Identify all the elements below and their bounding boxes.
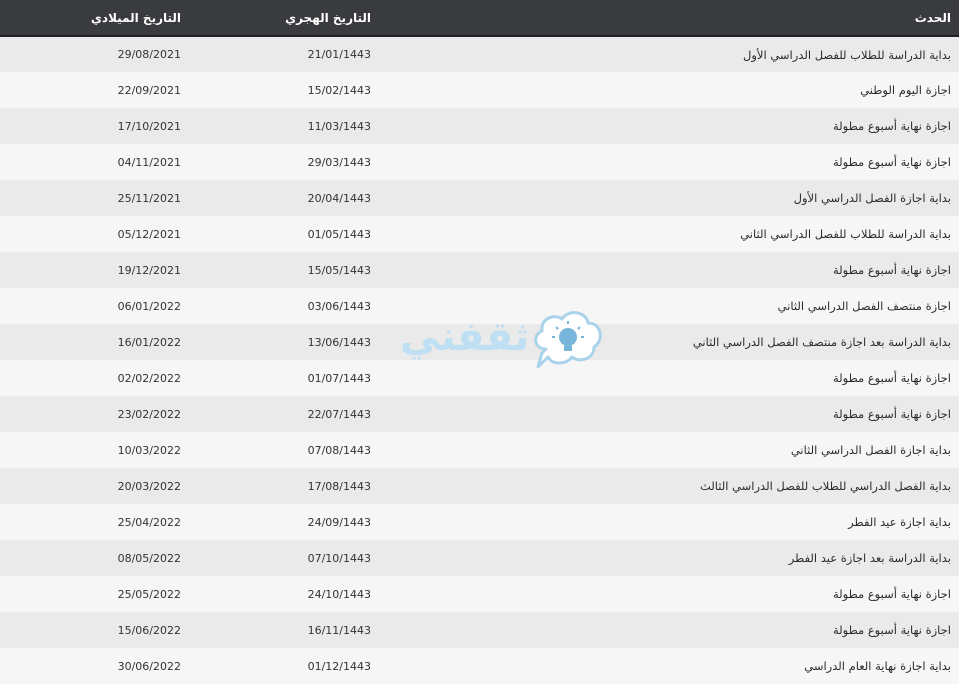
gregorian-date-cell: 22/09/2021 [117,83,181,97]
event-cell: بداية الفصل الدراسي للطلاب للفصل الدراسي… [699,479,951,493]
hijri-date-cell: 15/05/1443 [307,263,371,277]
header-hijri-date: التاريخ الهجري [285,10,371,25]
table-row: اجازة نهاية أسبوع مطولة 22/07/1443 23/02/2… [0,396,959,432]
gregorian-date-cell: 25/05/2022 [117,587,181,601]
event-cell: بداية اجازة عيد الفطر [848,515,951,529]
hijri-date-cell: 20/04/1443 [307,191,371,205]
event-cell: اجازة اليوم الوطني [860,83,951,97]
gregorian-date-cell: 06/01/2022 [117,299,181,313]
table-row: بداية الدراسة للطلاب للفصل الدراسي الأول… [0,36,959,72]
event-cell: بداية الدراسة بعد اجازة منتصف الفصل الدر… [692,335,951,349]
event-cell: اجازة نهاية أسبوع مطولة [832,155,951,169]
hijri-date-cell: 17/08/1443 [307,479,371,493]
event-cell: بداية اجازة الفصل الدراسي الأول [793,191,951,205]
table-row: بداية اجازة الفصل الدراسي الأول 20/04/144… [0,180,959,216]
hijri-date-cell: 07/10/1443 [307,551,371,565]
academic-calendar-table: الحدث التاريخ الهجري التاريخ الميلادي بد… [0,0,959,684]
gregorian-date-cell: 19/12/2021 [117,263,181,277]
event-cell: اجازة منتصف الفصل الدراسي الثاني [777,299,951,313]
event-cell: بداية الدراسة بعد اجازة عيد الفطر [788,551,951,565]
gregorian-date-cell: 25/11/2021 [117,191,181,205]
table-header: الحدث التاريخ الهجري التاريخ الميلادي [0,0,959,36]
hijri-date-cell: 24/09/1443 [307,515,371,529]
gregorian-date-cell: 20/03/2022 [117,479,181,493]
event-cell: اجازة نهاية أسبوع مطولة [832,371,951,385]
hijri-date-cell: 01/07/1443 [307,371,371,385]
table-row: اجازة اليوم الوطني 15/02/1443 22/09/2021 [0,72,959,108]
table-row: اجازة نهاية أسبوع مطولة 24/10/1443 25/05/2… [0,576,959,612]
hijri-date-cell: 29/03/1443 [307,155,371,169]
table-row: اجازة منتصف الفصل الدراسي الثاني 03/06/14… [0,288,959,324]
event-cell: اجازة نهاية أسبوع مطولة [832,263,951,277]
gregorian-date-cell: 10/03/2022 [117,443,181,457]
event-cell: اجازة نهاية أسبوع مطولة [832,119,951,133]
hijri-date-cell: 07/08/1443 [307,443,371,457]
table-row: اجازة نهاية أسبوع مطولة 11/03/1443 17/10/2… [0,108,959,144]
gregorian-date-cell: 23/02/2022 [117,407,181,421]
event-cell: اجازة نهاية أسبوع مطولة [832,623,951,637]
hijri-date-cell: 21/01/1443 [307,48,371,61]
table-row: اجازة نهاية أسبوع مطولة 01/07/1443 02/02/2… [0,360,959,396]
header-gregorian-date: التاريخ الميلادي [90,10,181,25]
table-row: بداية الدراسة بعد اجازة عيد الفطر 07/10/1… [0,540,959,576]
hijri-date-cell: 15/02/1443 [307,83,371,97]
event-cell: بداية الدراسة للطلاب للفصل الدراسي الأول [743,47,951,62]
table-row: بداية الدراسة بعد اجازة منتصف الفصل الدر… [0,324,959,360]
gregorian-date-cell: 25/04/2022 [117,515,181,529]
gregorian-date-cell: 30/06/2022 [117,659,181,673]
table-row: اجازة نهاية أسبوع مطولة 29/03/1443 04/11/2… [0,144,959,180]
hijri-date-cell: 03/06/1443 [307,299,371,313]
event-cell: بداية اجازة الفصل الدراسي الثاني [790,443,951,457]
gregorian-date-cell: 08/05/2022 [117,551,181,565]
table-row: بداية اجازة عيد الفطر 24/09/1443 25/04/202… [0,504,959,540]
gregorian-date-cell: 04/11/2021 [117,155,181,169]
header-row: الحدث التاريخ الهجري التاريخ الميلادي [0,0,959,36]
hijri-date-cell: 24/10/1443 [307,587,371,601]
table-row: بداية الفصل الدراسي للطلاب للفصل الدراسي… [0,468,959,504]
table-body: بداية الدراسة للطلاب للفصل الدراسي الأول… [0,36,959,684]
hijri-date-cell: 22/07/1443 [307,407,371,421]
hijri-date-cell: 11/03/1443 [307,119,371,133]
table-row: بداية اجازة نهاية العام الدراسي 01/12/144… [0,648,959,684]
gregorian-date-cell: 17/10/2021 [117,119,181,133]
hijri-date-cell: 01/12/1443 [307,659,371,673]
header-event: الحدث [914,10,951,25]
event-cell: اجازة نهاية أسبوع مطولة [832,587,951,601]
gregorian-date-cell: 05/12/2021 [117,227,181,241]
hijri-date-cell: 01/05/1443 [307,227,371,241]
gregorian-date-cell: 16/01/2022 [117,335,181,349]
page: الحدث التاريخ الهجري التاريخ الميلادي بد… [0,0,959,693]
table-row: اجازة نهاية أسبوع مطولة 16/11/1443 15/06/2… [0,612,959,648]
gregorian-date-cell: 29/08/2021 [117,48,181,61]
hijri-date-cell: 13/06/1443 [307,335,371,349]
table-row: اجازة نهاية أسبوع مطولة 15/05/1443 19/12/2… [0,252,959,288]
gregorian-date-cell: 15/06/2022 [117,623,181,637]
table-row: بداية اجازة الفصل الدراسي الثاني 07/08/14… [0,432,959,468]
event-cell: بداية الدراسة للطلاب للفصل الدراسي الثان… [740,227,951,241]
event-cell: بداية اجازة نهاية العام الدراسي [804,659,951,673]
hijri-date-cell: 16/11/1443 [307,623,371,637]
event-cell: اجازة نهاية أسبوع مطولة [832,407,951,421]
gregorian-date-cell: 02/02/2022 [117,371,181,385]
table-row: بداية الدراسة للطلاب للفصل الدراسي الثان… [0,216,959,252]
